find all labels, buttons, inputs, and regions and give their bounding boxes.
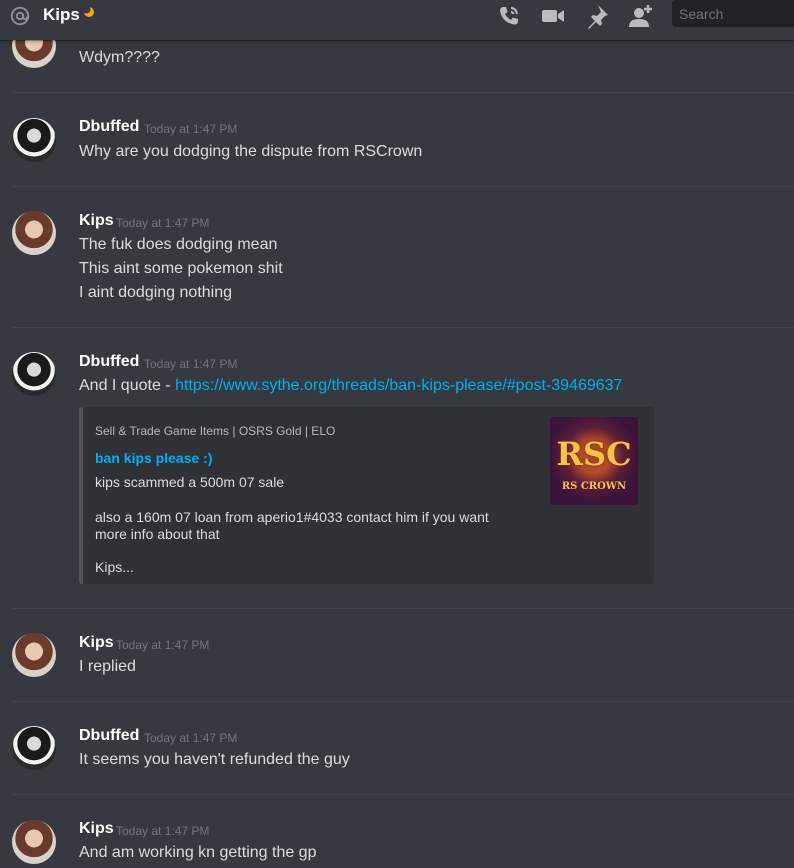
at-icon (10, 6, 30, 26)
embed-provider[interactable]: Sell & Trade Game Items | OSRS Gold | EL… (95, 424, 335, 438)
link-embed: Sell & Trade Game Items | OSRS Gold | EL… (79, 407, 654, 584)
avatar[interactable] (12, 820, 56, 864)
embed-thumbnail[interactable]: RSC RS CROWN (550, 417, 638, 505)
message-text: The fuk does dodging mean (79, 236, 278, 253)
avatar[interactable] (12, 352, 56, 396)
message-link[interactable]: https://www.sythe.org/threads/ban-kips-p… (175, 377, 622, 394)
pin-icon[interactable] (584, 3, 610, 29)
thumbnail-logo-subtext: RS CROWN (561, 481, 627, 492)
channel-title: Kips (43, 5, 80, 24)
avatar[interactable] (12, 118, 56, 162)
message-timestamp: Today at 1:47 PM (116, 824, 210, 838)
message-divider (12, 608, 794, 609)
message-text: Wdym???? (79, 49, 160, 66)
message-author[interactable]: Dbuffed (79, 727, 139, 745)
message-divider (12, 92, 794, 93)
message-feed[interactable]: Wdym???? Dbuffed Today at 1:47 PM Why ar… (0, 0, 794, 868)
message-divider (12, 327, 794, 328)
embed-description: more info about that (95, 526, 220, 542)
embed-description: Kips... (95, 559, 134, 575)
message-text: And I quote - https://www.sythe.org/thre… (79, 377, 622, 395)
video-call-icon[interactable] (540, 3, 566, 29)
message-text: And am working kn getting the gp (79, 844, 317, 861)
message-timestamp: Today at 1:47 PM (144, 731, 238, 745)
message-divider (12, 794, 794, 795)
message-author[interactable]: Kips (79, 634, 114, 652)
message-author[interactable]: Dbuffed (79, 118, 139, 136)
message-author[interactable]: Kips (79, 820, 114, 838)
embed-description: kips scammed a 500m 07 sale (95, 474, 285, 490)
message-text: It seems you haven't refunded the guy (79, 751, 350, 768)
message-timestamp: Today at 1:47 PM (144, 357, 238, 371)
add-friend-icon[interactable] (628, 3, 654, 29)
search-placeholder: Search (679, 6, 724, 22)
moon-status-icon (82, 5, 94, 17)
avatar[interactable] (12, 633, 56, 677)
message-text: Why are you dodging the dispute from RSC… (79, 143, 423, 160)
message-timestamp: Today at 1:47 PM (116, 216, 210, 230)
message-author[interactable]: Kips (79, 212, 114, 230)
message-text-prefix: And I quote - (79, 377, 176, 394)
message-text: I aint dodging nothing (79, 284, 233, 301)
search-input[interactable]: Search (672, 0, 794, 27)
channel-header: Kips Search (0, 0, 794, 40)
voice-call-icon[interactable] (496, 3, 522, 29)
message-timestamp: Today at 1:47 PM (144, 122, 238, 136)
message-text: This aint some pokemon shit (79, 260, 283, 277)
message-divider (12, 701, 794, 702)
thumbnail-logo-text: RSC (556, 435, 632, 473)
avatar[interactable] (12, 211, 56, 255)
message-divider (12, 186, 794, 187)
embed-title-link[interactable]: ban kips please :) (95, 450, 212, 466)
message-author[interactable]: Dbuffed (79, 353, 139, 371)
message-text: I replied (79, 658, 136, 675)
avatar[interactable] (12, 726, 56, 770)
embed-description: also a 160m 07 loan from aperio1#4033 co… (95, 509, 489, 525)
message-timestamp: Today at 1:47 PM (116, 638, 210, 652)
